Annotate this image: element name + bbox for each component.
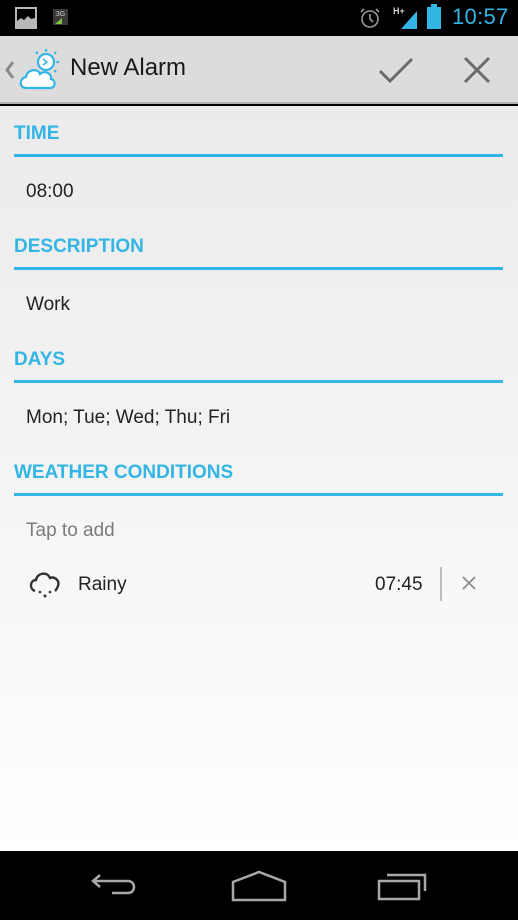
status-bar: 3G H+ 10:57 — [0, 0, 518, 36]
add-condition-button[interactable]: Tap to add — [26, 520, 115, 542]
alarm-icon — [359, 7, 381, 29]
home-button[interactable] — [209, 851, 309, 920]
recent-apps-icon — [377, 873, 427, 900]
close-icon — [463, 56, 491, 84]
status-clock: 10:57 — [452, 4, 509, 29]
section-title: DAYS — [14, 349, 66, 370]
navigation-bar — [0, 851, 518, 920]
days-field[interactable]: Mon; Tue; Wed; Thu; Fri — [26, 407, 230, 429]
section-title: TIME — [14, 123, 60, 144]
section-header-time: TIME — [14, 123, 503, 157]
save-button[interactable] — [356, 36, 436, 104]
3g-label: 3G — [56, 11, 65, 18]
section-title: WEATHER CONDITIONS — [14, 462, 234, 483]
battery-icon — [427, 4, 441, 29]
divider — [440, 567, 442, 601]
remove-condition-button[interactable] — [452, 566, 486, 600]
section-header-days: DAYS — [14, 349, 503, 383]
condition-list-item[interactable]: Rainy 07:45 — [0, 556, 518, 616]
network-type-label: H+ — [393, 6, 405, 16]
home-icon — [231, 870, 287, 901]
cancel-button[interactable] — [437, 36, 517, 104]
condition-name: Rainy — [78, 574, 127, 595]
description-field[interactable]: Work — [26, 294, 70, 316]
alarm-form: TIME 08:00 DESCRIPTION Work DAYS Mon; Tu… — [0, 106, 518, 851]
chevron-left-icon[interactable] — [2, 54, 16, 86]
close-icon — [462, 576, 476, 590]
3g-data-icon: 3G — [53, 9, 68, 25]
page-title: New Alarm — [70, 54, 187, 81]
section-title: DESCRIPTION — [14, 236, 144, 257]
recent-apps-button[interactable] — [353, 851, 453, 920]
gallery-notification-icon — [15, 7, 37, 29]
back-icon — [91, 873, 136, 894]
check-icon — [378, 57, 414, 83]
signal-hplus-icon: H+ — [393, 5, 419, 31]
section-header-weather-conditions: WEATHER CONDITIONS — [14, 462, 503, 496]
back-button[interactable] — [65, 851, 165, 920]
condition-time[interactable]: 07:45 — [375, 574, 423, 596]
time-field[interactable]: 08:00 — [26, 181, 74, 203]
weather-alarm-logo-icon[interactable] — [16, 46, 66, 96]
action-bar: New Alarm — [0, 36, 518, 104]
rain-cloud-icon — [28, 569, 62, 603]
section-header-description: DESCRIPTION — [14, 236, 503, 270]
